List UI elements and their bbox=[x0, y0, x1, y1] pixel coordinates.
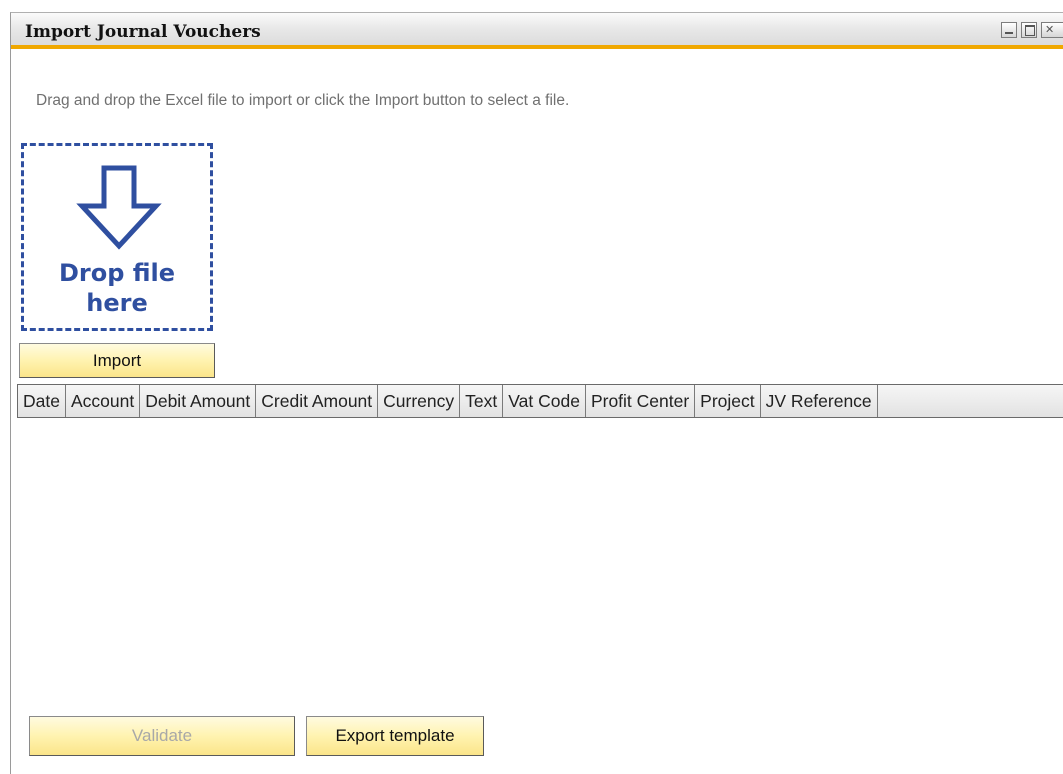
maximize-button[interactable] bbox=[1021, 22, 1037, 38]
column-header-profit-center[interactable]: Profit Center bbox=[585, 385, 696, 417]
minimize-button[interactable] bbox=[1001, 22, 1017, 38]
grid-header-row: Date Account Debit Amount Credit Amount … bbox=[17, 384, 1063, 418]
down-arrow-icon bbox=[76, 165, 162, 250]
import-journal-vouchers-window: Import Journal Vouchers ✕ Drag and drop … bbox=[10, 12, 1063, 774]
drop-zone-label-line1: Drop file bbox=[58, 259, 176, 287]
window-title: Import Journal Vouchers bbox=[25, 22, 261, 42]
close-button[interactable]: ✕ bbox=[1041, 22, 1063, 38]
column-header-currency[interactable]: Currency bbox=[378, 385, 461, 417]
instruction-text: Drag and drop the Excel file to import o… bbox=[36, 92, 570, 109]
column-header-date[interactable]: Date bbox=[18, 385, 66, 417]
drop-file-zone[interactable]: Drop file here bbox=[21, 143, 213, 331]
export-template-button[interactable]: Export template bbox=[306, 716, 484, 756]
grid-body[interactable] bbox=[17, 418, 1063, 708]
column-header-debit-amount[interactable]: Debit Amount bbox=[140, 385, 257, 417]
close-icon: ✕ bbox=[1045, 24, 1055, 36]
column-header-text[interactable]: Text bbox=[460, 385, 504, 417]
validate-button[interactable]: Validate bbox=[29, 716, 295, 756]
column-header-jv-reference[interactable]: JV Reference bbox=[760, 385, 878, 417]
column-header-account[interactable]: Account bbox=[65, 385, 141, 417]
title-bar[interactable]: Import Journal Vouchers ✕ bbox=[11, 13, 1063, 49]
column-header-overflow bbox=[877, 385, 1063, 417]
drop-zone-label-line2: here bbox=[86, 289, 148, 317]
drop-zone-label: Drop file here bbox=[24, 258, 210, 318]
import-button[interactable]: Import bbox=[19, 343, 215, 378]
column-header-vat-code[interactable]: Vat Code bbox=[503, 385, 586, 417]
column-header-credit-amount[interactable]: Credit Amount bbox=[256, 385, 379, 417]
column-header-project[interactable]: Project bbox=[695, 385, 761, 417]
